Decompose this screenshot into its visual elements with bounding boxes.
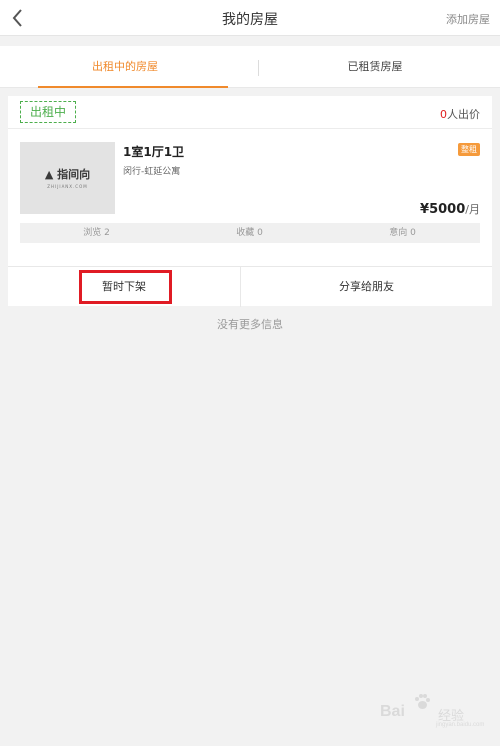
logo-text: 指间向 bbox=[57, 168, 91, 181]
rent-type-tag: 整租 bbox=[458, 143, 480, 156]
top-nav-bar: 我的房屋 添加房屋 bbox=[0, 0, 500, 36]
house-location: 闵行-虹延公寓 bbox=[123, 167, 181, 177]
tab-divider bbox=[258, 60, 259, 76]
paw-icon bbox=[415, 694, 430, 709]
listing-card-header: 出租中 0人出价 bbox=[8, 96, 492, 129]
thumbnail-logo: ▲ 指间向 bbox=[20, 166, 115, 182]
price-amount: ¥5000 bbox=[420, 202, 466, 217]
tab-bar: 出租中的房屋 已租赁房屋 bbox=[0, 46, 500, 88]
bid-suffix: 人出价 bbox=[447, 108, 480, 121]
no-more-info-text: 没有更多信息 bbox=[217, 318, 283, 331]
stat-intents: 意向 0 bbox=[389, 228, 416, 238]
add-house-button[interactable]: 添加房屋 bbox=[446, 11, 490, 27]
logo-mark-icon: ▲ bbox=[44, 168, 58, 181]
status-badge: 出租中 bbox=[20, 101, 76, 123]
stat-views: 浏览 2 bbox=[83, 228, 110, 238]
active-tab-indicator bbox=[38, 86, 228, 88]
tab-renting-houses[interactable]: 出租中的房屋 bbox=[0, 46, 250, 88]
listing-stats: 浏览 2 收藏 0 意向 0 bbox=[20, 223, 480, 243]
tab-rented-houses[interactable]: 已租赁房屋 bbox=[250, 46, 500, 88]
listing-card: 出租中 0人出价 ▲ 指间向 ZHIJIANX.COM 1室1厅1卫 闵行-虹延… bbox=[8, 96, 492, 307]
logo-subtext: ZHIJIANX.COM bbox=[47, 184, 88, 189]
watermark-sub: jingyan.baidu.com bbox=[436, 722, 485, 728]
bid-info: 0人出价 bbox=[440, 106, 480, 122]
house-thumbnail[interactable]: ▲ 指间向 ZHIJIANX.COM bbox=[20, 142, 115, 214]
price-unit: /月 bbox=[465, 203, 480, 216]
share-button[interactable]: 分享给朋友 bbox=[240, 267, 492, 307]
stat-favorites: 收藏 0 bbox=[236, 228, 263, 238]
bid-count: 0 bbox=[440, 108, 447, 121]
highlight-box bbox=[79, 270, 172, 304]
watermark: Bai 经验 jingyan.baidu.com bbox=[380, 693, 490, 733]
watermark-latin: Bai bbox=[380, 703, 405, 720]
house-title[interactable]: 1室1厅1卫 bbox=[123, 143, 184, 160]
page-title: 我的房屋 bbox=[222, 12, 278, 28]
listing-actions: 暂时下架 分享给朋友 bbox=[8, 266, 492, 307]
price: ¥5000/月 bbox=[420, 201, 480, 217]
